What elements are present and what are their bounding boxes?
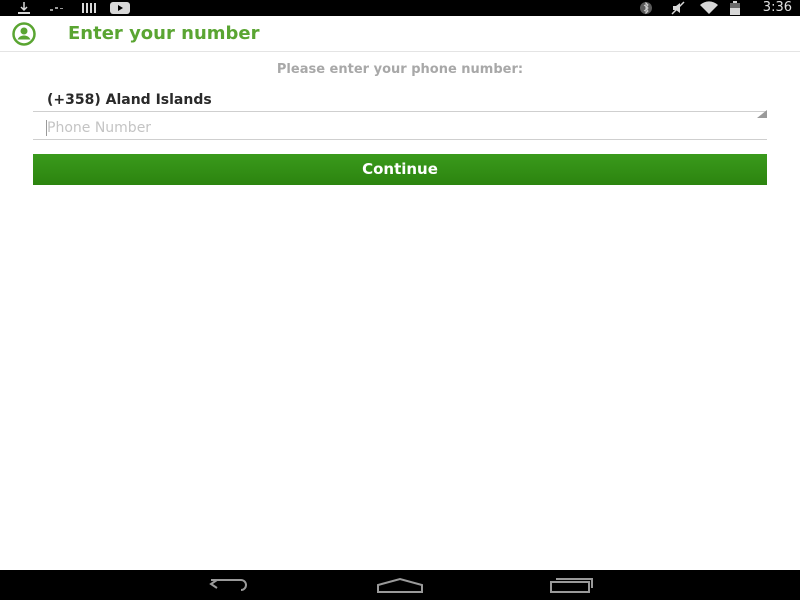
page-title: Enter your number <box>68 23 260 44</box>
back-icon[interactable] <box>204 574 256 596</box>
wifi-icon <box>698 1 720 15</box>
bluetooth-icon <box>638 1 654 15</box>
phone-number-field-container <box>33 116 767 140</box>
spinner-arrow-icon <box>757 103 767 118</box>
phone-prompt-label: Please enter your phone number: <box>276 62 524 77</box>
navigation-bar <box>0 570 800 600</box>
status-bar: 3:36 <box>0 0 800 16</box>
continue-button[interactable]: Continue <box>33 154 767 185</box>
download-icon <box>15 1 33 15</box>
status-time: 3:36 <box>762 0 792 15</box>
phone-number-input[interactable] <box>47 118 747 138</box>
home-icon[interactable] <box>374 574 426 596</box>
battery-icon <box>728 1 742 15</box>
youtube-icon <box>109 1 131 15</box>
mute-icon <box>670 1 686 15</box>
country-selected-label: (+358) Aland Islands <box>47 92 212 108</box>
sim-icon <box>80 1 98 15</box>
action-bar: Enter your number <box>0 16 800 52</box>
recent-apps-icon[interactable] <box>546 574 598 596</box>
signal-bars-icon <box>48 1 66 15</box>
person-circle-icon <box>12 22 36 46</box>
country-code-spinner[interactable]: (+358) Aland Islands <box>33 86 767 118</box>
